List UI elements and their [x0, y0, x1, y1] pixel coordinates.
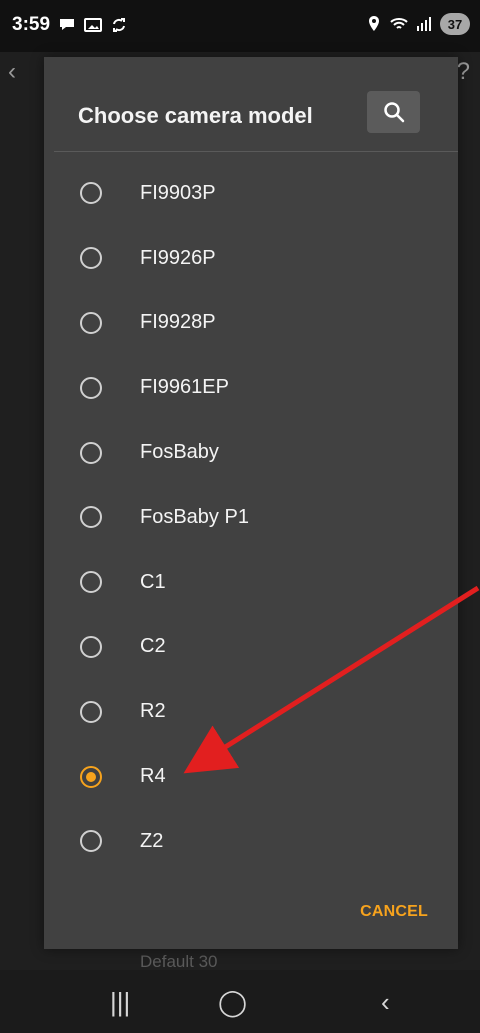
header-divider — [54, 151, 458, 152]
radio-r4[interactable] — [80, 765, 102, 788]
radio-fi9903p[interactable] — [80, 182, 102, 205]
option-r2[interactable]: R2 — [44, 679, 458, 744]
location-icon — [369, 16, 379, 31]
option-c1[interactable]: C1 — [44, 550, 458, 615]
option-label: R4 — [140, 765, 166, 788]
option-label: FosBaby P1 — [140, 505, 249, 528]
back-button[interactable]: ‹ — [381, 989, 390, 1015]
sync-icon — [113, 18, 126, 32]
option-z2[interactable]: Z2 — [44, 809, 458, 874]
option-fi9903p[interactable]: FI9903P — [44, 161, 458, 226]
option-label: FI9961EP — [140, 376, 229, 399]
status-right: 37 — [366, 13, 470, 35]
search-icon — [383, 102, 404, 123]
battery-badge: 37 — [440, 13, 470, 35]
dialog-title: Choose camera model — [78, 103, 313, 128]
radio-fosbaby[interactable] — [80, 441, 102, 464]
status-left: 3:59 — [12, 14, 128, 36]
option-r4[interactable]: R4 — [44, 744, 458, 809]
option-fi9928p[interactable]: FI9928P — [44, 291, 458, 356]
radio-fosbaby-p1[interactable] — [80, 506, 102, 529]
option-label: FosBaby — [140, 441, 219, 464]
radio-fi9961ep[interactable] — [80, 376, 102, 399]
navigation-bar: ||| ◯ ‹ — [0, 970, 480, 1033]
cancel-button[interactable]: CANCEL — [360, 903, 428, 921]
radio-r2[interactable] — [80, 700, 102, 723]
battery-level: 37 — [447, 16, 463, 32]
option-fosbaby-p1[interactable]: FosBaby P1 — [44, 485, 458, 550]
gallery-icon — [84, 18, 103, 32]
option-label: FI9903P — [140, 181, 216, 204]
chat-icon — [60, 19, 75, 30]
option-label: FI9926P — [140, 246, 216, 269]
signal-icon — [417, 17, 431, 31]
option-label: C2 — [140, 635, 166, 658]
radio-z2[interactable] — [80, 830, 102, 853]
wifi-icon — [390, 18, 408, 29]
option-fosbaby[interactable]: FosBaby — [44, 420, 458, 485]
radio-c2[interactable] — [80, 635, 102, 658]
search-button[interactable] — [367, 91, 420, 133]
option-c2[interactable]: C2 — [44, 615, 458, 680]
home-button[interactable]: ◯ — [218, 989, 247, 1015]
status-bar: 3:59 37 — [0, 0, 480, 52]
dialog-header: Choose camera model — [44, 57, 458, 151]
option-label: FI9928P — [140, 311, 216, 334]
camera-model-dialog: Choose camera model FI9903P FI9926P FI99… — [44, 57, 458, 949]
time-text: 3:59 — [12, 14, 51, 35]
radio-fi9926p[interactable] — [80, 247, 102, 270]
option-fi9926p[interactable]: FI9926P — [44, 226, 458, 291]
radio-fi9928p[interactable] — [80, 311, 102, 334]
radio-c1[interactable] — [80, 571, 102, 594]
option-label: C1 — [140, 570, 166, 593]
recent-apps-button[interactable]: ||| — [110, 989, 130, 1015]
option-label: Z2 — [140, 829, 164, 852]
option-fi9961ep[interactable]: FI9961EP — [44, 355, 458, 420]
camera-model-list: FI9903P FI9926P FI9928P FI9961EP FosBaby… — [44, 161, 458, 874]
background-help-icon: ? — [456, 58, 470, 85]
option-label: R2 — [140, 700, 166, 723]
background-back-icon: ‹ — [8, 58, 16, 85]
background-bottom-text: Default 30 — [140, 952, 218, 971]
